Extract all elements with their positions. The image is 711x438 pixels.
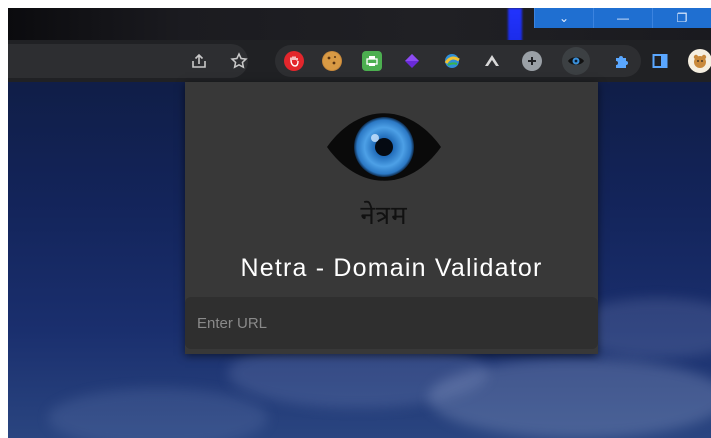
- window-controls: ⌄ — ❐: [534, 8, 711, 28]
- window-minimize-button[interactable]: —: [593, 8, 652, 28]
- puzzle-icon[interactable]: [612, 51, 632, 71]
- netra-eye-icon[interactable]: [562, 47, 590, 75]
- profile-avatar-icon[interactable]: [688, 49, 711, 73]
- eye-logo-icon: [327, 113, 441, 181]
- popup-title: Netra - Domain Validator: [240, 254, 543, 282]
- adblock-icon[interactable]: [284, 51, 304, 71]
- netra-logo: नेत्रम: [319, 102, 449, 231]
- sidebar-icon[interactable]: [650, 51, 670, 71]
- plus-circle-icon[interactable]: [522, 51, 542, 71]
- wallpaper-cloud: [428, 358, 711, 438]
- vpn-icon[interactable]: [482, 51, 502, 71]
- browser-titlebar: ⌄ — ❐: [8, 8, 711, 88]
- share-icon[interactable]: [188, 50, 210, 72]
- wallpaper-cloud: [48, 388, 268, 438]
- url-input[interactable]: [185, 297, 598, 349]
- globe-icon[interactable]: [442, 51, 462, 71]
- cookie-icon[interactable]: [322, 51, 342, 71]
- brand-wordmark: नेत्रम: [360, 201, 408, 231]
- browser-toolbar: [8, 40, 711, 82]
- print-icon[interactable]: [362, 51, 382, 71]
- window-dropdown-button[interactable]: ⌄: [534, 8, 593, 28]
- address-bar[interactable]: [8, 44, 248, 78]
- extension-popup: नेत्रम Netra - Domain Validator: [185, 82, 598, 354]
- bookmark-star-icon[interactable]: [228, 50, 250, 72]
- screen-frame: ⌄ — ❐ नेत्रम Netra - Domain Validator En…: [8, 8, 711, 438]
- gem-icon[interactable]: [402, 51, 422, 71]
- window-restore-button[interactable]: ❐: [652, 8, 711, 28]
